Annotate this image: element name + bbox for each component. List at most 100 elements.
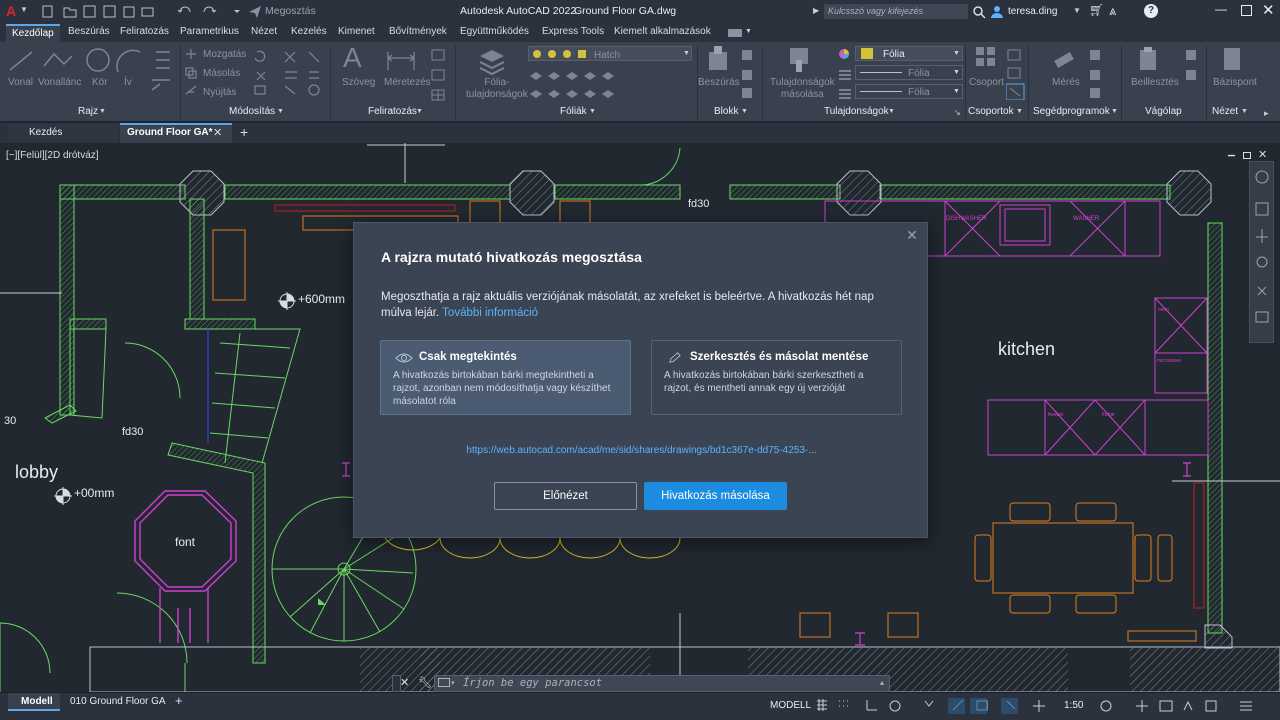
block-insert-label[interactable]: Beszúrás	[698, 77, 740, 88]
panel-layers-label[interactable]: Fóliák	[560, 106, 587, 117]
move-tool-label[interactable]: Mozgatás	[203, 49, 246, 60]
line-tool-label[interactable]: Vonal	[8, 77, 33, 88]
block-insert-icon[interactable]	[706, 46, 730, 74]
layer-properties-icon[interactable]	[478, 46, 506, 76]
viewport-controls[interactable]: [−][Felül][2D drótváz]	[6, 150, 99, 161]
panel-properties-label[interactable]: Tulajdonságok	[824, 106, 889, 117]
panel-block-chevron-icon[interactable]: ▼	[741, 108, 748, 115]
ribbon-scroll-icon[interactable]: ▸	[1264, 108, 1269, 119]
tab-home[interactable]: Kezdőlap	[6, 24, 60, 42]
group-icon[interactable]	[975, 46, 997, 72]
panel-modify-chevron-icon[interactable]: ▼	[277, 108, 284, 115]
panel-groups-chevron-icon[interactable]: ▼	[1016, 108, 1023, 115]
panel-annotation-chevron-icon[interactable]: ▼	[416, 108, 423, 115]
new-tab-icon[interactable]: +	[240, 124, 248, 140]
tab-express-tools[interactable]: Express Tools	[542, 26, 604, 42]
tab-annotate[interactable]: Feliratozás	[120, 26, 169, 42]
text-tool-icon[interactable]: A	[343, 42, 362, 74]
share-button[interactable]: Megosztás	[265, 5, 316, 17]
doc-tab-close-icon[interactable]: ✕	[213, 126, 222, 139]
text-tool-label[interactable]: Szöveg	[342, 77, 375, 88]
arc-tool-label[interactable]: Ív	[124, 77, 132, 88]
panel-utilities-chevron-icon[interactable]: ▼	[1111, 108, 1118, 115]
command-expand-icon[interactable]: ▴	[880, 678, 884, 687]
viewport-close-icon[interactable]: ✕	[1258, 148, 1267, 161]
linetype-dropdown-chevron-icon[interactable]: ▼	[953, 69, 960, 76]
properties-launcher-icon[interactable]: ↘	[954, 108, 961, 117]
tab-output[interactable]: Kimenet	[338, 26, 375, 42]
panel-annotation-label[interactable]: Feliratozás	[368, 106, 417, 117]
annotation-scale-value[interactable]: 1:50	[1064, 700, 1083, 711]
layout-tab-layout1[interactable]: 010 Ground Floor GA	[70, 696, 166, 707]
share-icon[interactable]	[248, 5, 262, 19]
lineweight-dropdown-chevron-icon[interactable]: ▼	[953, 88, 960, 95]
base-view-icon[interactable]	[1222, 46, 1244, 74]
copy-link-button[interactable]: Hivatkozás másolása	[644, 482, 787, 510]
ribbon-toggle-chevron-icon[interactable]: ▼	[745, 28, 752, 35]
viewport-restore-icon[interactable]	[1243, 152, 1251, 159]
panel-block-label[interactable]: Blokk	[714, 106, 738, 117]
panel-draw-chevron-icon[interactable]: ▼	[99, 108, 106, 115]
tab-addins[interactable]: Bővítmények	[389, 26, 447, 42]
command-history-icon[interactable]	[438, 678, 450, 687]
command-close-icon[interactable]: ✕	[400, 676, 409, 689]
more-info-link[interactable]: További információ	[442, 307, 538, 319]
tab-parametric[interactable]: Parametrikus	[180, 26, 239, 42]
panel-properties-chevron-icon[interactable]: ▼	[888, 108, 895, 115]
panel-clipboard-label[interactable]: Vágólap	[1145, 106, 1182, 117]
panel-layers-chevron-icon[interactable]: ▼	[589, 108, 596, 115]
paste-label[interactable]: Beillesztés	[1131, 77, 1179, 88]
close-window-icon[interactable]: ✕	[1262, 1, 1275, 19]
autocad-logo-icon[interactable]: A	[6, 3, 16, 19]
circle-tool-label[interactable]: Kör	[92, 77, 108, 88]
match-properties-icon[interactable]	[788, 46, 814, 74]
maximize-icon[interactable]	[1241, 5, 1252, 16]
new-layout-icon[interactable]: +	[175, 693, 183, 708]
dialog-close-icon[interactable]: ✕	[905, 228, 919, 242]
help-icon[interactable]: ?	[1144, 4, 1158, 18]
preview-button[interactable]: Előnézet	[494, 482, 637, 510]
option-view-only[interactable]: Csak megtekintés A hivatkozás birtokában…	[380, 340, 631, 415]
doc-tab-start[interactable]	[8, 124, 118, 142]
user-icon[interactable]	[991, 5, 1003, 19]
command-dropdown-icon[interactable]: ▾	[451, 679, 455, 687]
option-edit-save[interactable]: Szerkesztés és másolat mentése A hivatko…	[651, 340, 902, 415]
user-name[interactable]: teresa.ding	[1008, 6, 1057, 17]
cart-icon[interactable]: 🛒︎	[1089, 3, 1104, 17]
tab-manage[interactable]: Kezelés	[291, 26, 327, 42]
share-url-link[interactable]: https://web.autocad.com/acad/me/sid/shar…	[354, 445, 929, 456]
group-label[interactable]: Csoport	[969, 77, 1004, 88]
command-wrench-icon[interactable]: 🔧︎	[418, 676, 432, 689]
color-dropdown-chevron-icon[interactable]: ▼	[953, 50, 960, 57]
ribbon-toggle-icon[interactable]	[728, 29, 742, 37]
dimension-tool-icon[interactable]	[386, 48, 416, 72]
match-properties-label[interactable]: Tulajdonságok másolása	[770, 77, 835, 101]
paste-icon[interactable]	[1138, 46, 1160, 74]
dimension-tool-label[interactable]: Méretezés	[384, 77, 431, 88]
panel-groups-label[interactable]: Csoportok	[968, 106, 1014, 117]
panel-view-chevron-icon[interactable]: ▼	[1241, 108, 1248, 115]
base-view-label[interactable]: Bázispont	[1213, 77, 1257, 88]
measure-label[interactable]: Mérés	[1052, 77, 1080, 88]
tab-insert[interactable]: Beszúrás	[68, 26, 110, 42]
user-menu-chevron-icon[interactable]: ▼	[1073, 6, 1081, 15]
color-wheel-icon[interactable]	[838, 48, 850, 60]
polyline-tool-label[interactable]: Vonallánc	[38, 77, 81, 88]
viewport-minimize-icon[interactable]: ▁	[1228, 146, 1235, 157]
panel-utilities-label[interactable]: Segédprogramok	[1033, 106, 1110, 117]
search-icon[interactable]	[972, 5, 986, 19]
panel-modify-label[interactable]: Módosítás	[229, 106, 275, 117]
layer-dropdown-chevron-icon[interactable]: ▼	[683, 50, 690, 57]
tab-collaborate[interactable]: Együttműködés	[460, 26, 529, 42]
panel-view-label[interactable]: Nézet	[1212, 106, 1238, 117]
copy-tool-label[interactable]: Másolás	[203, 68, 240, 79]
tab-featured-apps[interactable]: Kiemelt alkalmazások	[614, 26, 711, 42]
measure-icon[interactable]	[1052, 46, 1076, 74]
app-menu-chevron-icon[interactable]: ▼	[20, 5, 28, 14]
panel-draw-label[interactable]: Rajz	[78, 106, 98, 117]
autodesk-app-icon[interactable]: ⩓	[1109, 3, 1116, 19]
tab-view[interactable]: Nézet	[251, 26, 277, 42]
model-space-toggle[interactable]: MODELL	[770, 700, 811, 711]
stretch-tool-label[interactable]: Nyújtás	[203, 87, 236, 98]
minimize-icon[interactable]: —	[1215, 2, 1227, 16]
